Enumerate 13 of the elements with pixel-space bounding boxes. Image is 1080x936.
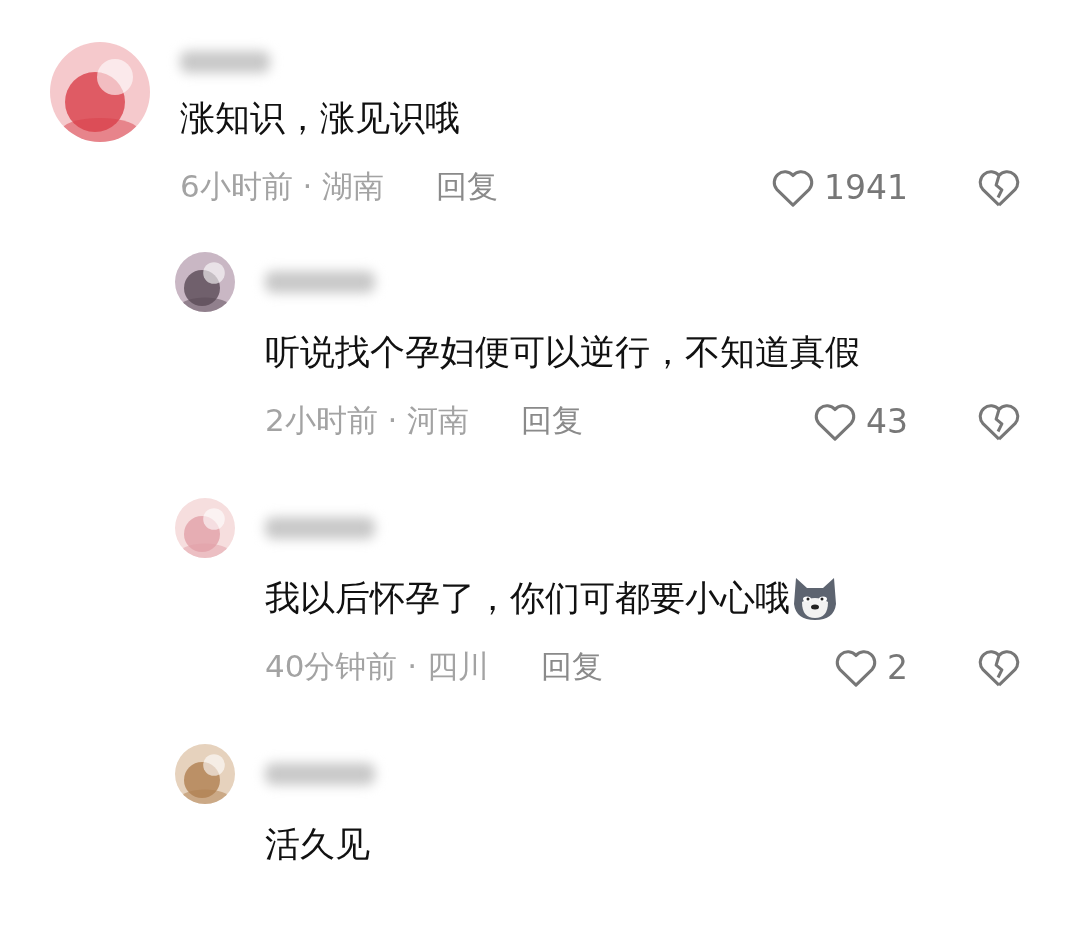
like-button[interactable]: 1941 (770, 166, 908, 208)
like-button[interactable]: 43 (812, 400, 908, 442)
comment-text: 活久见 (265, 823, 370, 866)
comment-time-location: 6小时前 · 湖南 (180, 167, 385, 206)
comment-text: 我以后怀孕了，你们可都要小心哦 (265, 577, 790, 620)
reply-button[interactable]: 回复 (521, 400, 584, 442)
reply-button[interactable]: 回复 (541, 646, 603, 688)
comment-time-location: 2小时前 · 河南 (265, 401, 470, 440)
comment-time-location: 40分钟前 · 四川 (265, 647, 489, 686)
comment-text: 听说找个孕妇便可以逆行，不知道真假 (265, 331, 860, 374)
comment-text: 涨知识，涨见识哦 (180, 97, 460, 140)
reply-button[interactable]: 回复 (436, 166, 499, 208)
like-button[interactable]: 2 (833, 646, 908, 688)
